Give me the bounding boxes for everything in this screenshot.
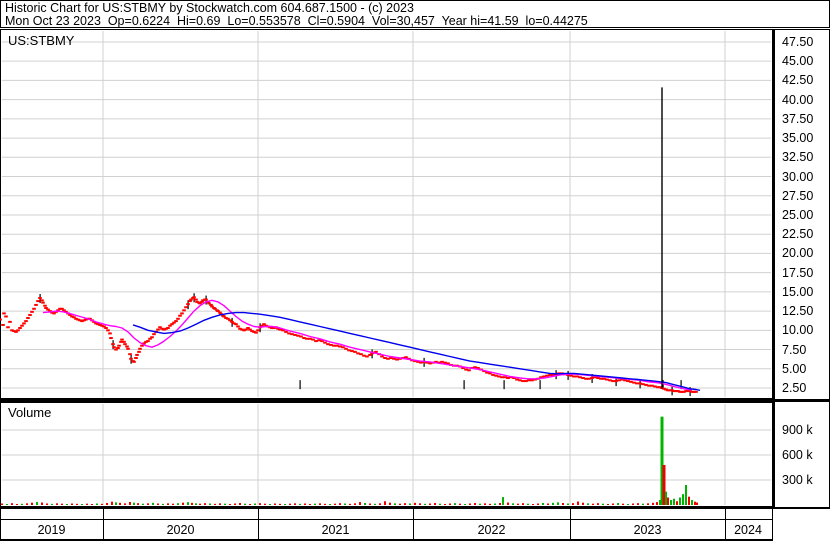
price-tick-label: 30.00 bbox=[782, 169, 814, 184]
price-tick-label: 15.00 bbox=[782, 284, 814, 299]
price-tick-label: 37.50 bbox=[782, 111, 814, 126]
price-tick-label: 12.50 bbox=[782, 304, 814, 319]
price-tick-label: 10.00 bbox=[782, 323, 814, 338]
volume-label: Volume bbox=[8, 405, 52, 420]
price-tick-label: 25.00 bbox=[782, 207, 814, 222]
year-label: 2023 bbox=[633, 523, 662, 537]
price-tick-label: 5.00 bbox=[782, 361, 807, 376]
symbol-label: US:STBMY bbox=[8, 33, 75, 48]
year-divider bbox=[413, 520, 414, 539]
price-tick-label: 27.50 bbox=[782, 188, 814, 203]
price-tick-label: 17.50 bbox=[782, 265, 814, 280]
year-divider bbox=[413, 509, 414, 520]
year-divider bbox=[103, 509, 104, 520]
price-tick-label: 42.50 bbox=[782, 73, 814, 88]
price-tick-label: 7.50 bbox=[782, 342, 807, 357]
year-label: 2024 bbox=[734, 523, 762, 537]
price-tick-label: 35.00 bbox=[782, 131, 814, 146]
year-label: 2020 bbox=[166, 523, 195, 537]
volume-tick-label: 900 k bbox=[782, 423, 813, 437]
year-divider bbox=[570, 509, 571, 520]
quote-summary-line: Mon Oct 23 2023 Op=0.6224 Hi=0.69 Lo=0.5… bbox=[5, 14, 588, 28]
price-tick-label: 47.50 bbox=[782, 34, 814, 49]
x-axis-tick-strip bbox=[0, 509, 773, 520]
stock-chart-page: Historic Chart for US:STBMY by Stockwatc… bbox=[0, 0, 830, 543]
price-tick-label: 22.50 bbox=[782, 227, 814, 242]
year-divider bbox=[258, 509, 259, 520]
year-label: 2019 bbox=[37, 523, 66, 537]
year-divider bbox=[570, 520, 571, 539]
price-tick-label: 45.00 bbox=[782, 54, 814, 69]
year-divider bbox=[725, 509, 726, 520]
price-tick-label: 2.50 bbox=[782, 381, 807, 395]
volume-chart-panel bbox=[0, 401, 773, 509]
price-tick-label: 32.50 bbox=[782, 150, 814, 165]
year-divider bbox=[725, 520, 726, 539]
price-chart-panel bbox=[0, 29, 773, 401]
year-divider bbox=[258, 520, 259, 539]
year-divider bbox=[103, 520, 104, 539]
year-label: 2022 bbox=[477, 523, 506, 537]
volume-tick-label: 600 k bbox=[782, 448, 813, 462]
volume-tick-label: 300 k bbox=[782, 473, 813, 487]
year-label: 2021 bbox=[321, 523, 350, 537]
title-bar: Historic Chart for US:STBMY by Stockwatc… bbox=[0, 0, 830, 28]
price-tick-label: 40.00 bbox=[782, 92, 814, 107]
price-tick-label: 20.00 bbox=[782, 246, 814, 261]
